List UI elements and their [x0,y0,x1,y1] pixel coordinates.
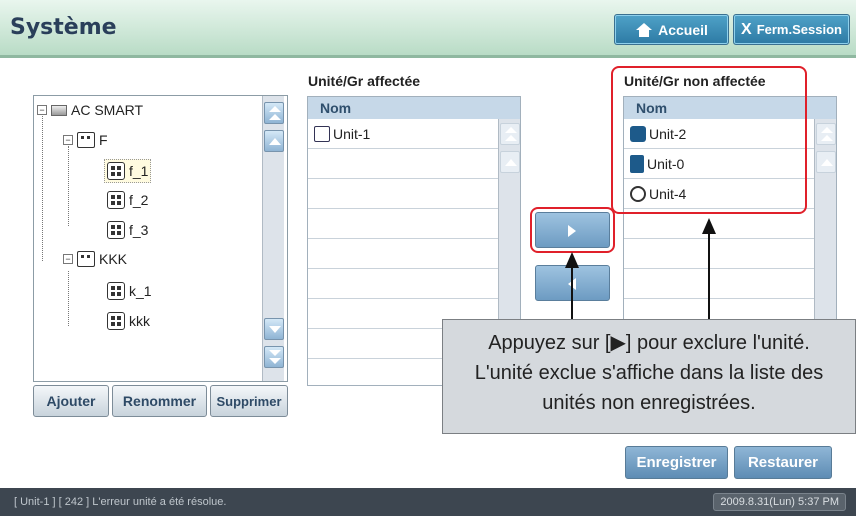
assigned-title: Unité/Gr affectée [308,73,421,89]
scroll-up-icon[interactable] [264,130,284,152]
tree-item-kkk[interactable]: kkk [107,312,150,330]
rename-button[interactable]: Renommer [112,385,207,417]
tree-item-label: f_3 [129,222,149,238]
close-icon: X [741,20,752,38]
list-item-empty [308,149,498,179]
status-bar: [ Unit-1 ] [ 242 ] L'erreur unité a été … [0,488,856,516]
list-item-empty [308,179,498,209]
scroll-up-icon[interactable] [816,151,836,173]
add-button[interactable]: Ajouter [33,385,109,417]
callout-line-3: unités non enregistrées. [542,392,756,414]
tree-item-label: f_1 [129,163,149,179]
unit-group-icon [107,221,125,239]
tree-scrollbar[interactable] [262,96,284,381]
tree-item-label: k_1 [129,283,152,299]
tree-item-label: KKK [99,251,128,267]
tree-item-f1[interactable]: f_1 [104,159,152,183]
annotation-arrowhead [565,252,579,268]
tree-item-label: kkk [129,313,150,329]
logout-button[interactable]: X Ferm.Session [733,14,850,45]
unit-group-icon [107,282,125,300]
unit-group-icon [107,312,125,330]
callout-line-2: L'unité exclue s'affiche dans la liste d… [474,362,824,384]
save-button[interactable]: Enregistrer [625,446,728,479]
tree-item-label: f_2 [129,192,149,208]
home-button[interactable]: Accueil [614,14,729,45]
list-item-empty [308,209,498,239]
unit-group-icon [107,162,125,180]
highlight-exclude-button [530,207,615,253]
datetime-display: 2009.8.31(Lun) 5:37 PM [713,493,846,511]
tree-item-root[interactable]: − AC SMART [37,102,143,118]
callout-line-1: Appuyez sur [▶] pour exclure l'unité. [488,332,810,354]
logout-button-label: Ferm.Session [756,22,842,37]
list-item-label: Unit-1 [333,125,371,142]
annotation-arrow [571,266,573,320]
tree-item-k1[interactable]: k_1 [107,282,152,300]
scroll-top-icon[interactable] [264,102,284,124]
annotation-arrowhead [702,218,716,234]
group-tree: − AC SMART − F f_1 f_2 f_3 − KKK k_1 kkk [33,95,288,382]
controller-icon [51,104,67,116]
scroll-up-icon[interactable] [500,151,520,173]
instruction-callout: Appuyez sur [▶] pour exclure l'unité. L'… [442,319,856,434]
list-item-empty [624,269,814,299]
list-item-empty [308,239,498,269]
list-item-empty [308,269,498,299]
list-item-empty [624,239,814,269]
assigned-column-header: Nom [308,97,520,119]
tree-line [68,146,69,226]
list-item[interactable]: Unit-1 [308,119,498,149]
tree-line [42,113,43,261]
tree-item-group-f[interactable]: − F [63,132,108,148]
delete-button[interactable]: Supprimer [210,385,288,417]
tree-item-f2[interactable]: f_2 [107,191,148,209]
tree-item-label: F [99,132,108,148]
collapse-icon[interactable]: − [63,135,73,145]
tree-item-group-kkk[interactable]: − KKK [63,251,127,267]
page-title: Système [10,15,117,40]
group-icon [77,132,95,148]
collapse-icon[interactable]: − [37,105,47,115]
restore-button[interactable]: Restaurer [734,446,832,479]
indoor-unit-icon [314,125,330,142]
home-icon [635,22,653,37]
annotation-arrow [708,232,710,320]
status-message: [ Unit-1 ] [ 242 ] L'erreur unité a été … [14,496,227,508]
home-button-label: Accueil [658,21,708,38]
scroll-top-icon[interactable] [500,123,520,145]
tree-item-label: AC SMART [71,102,144,118]
highlight-unassigned-list [611,66,807,214]
tree-line [68,271,69,326]
scroll-top-icon[interactable] [816,123,836,145]
collapse-icon[interactable]: − [63,254,73,264]
unit-group-icon [107,191,125,209]
scroll-down-icon[interactable] [264,318,284,340]
title-bar: Système Accueil X Ferm.Session [0,0,856,58]
tree-item-f3[interactable]: f_3 [107,221,148,239]
scroll-bottom-icon[interactable] [264,346,284,368]
group-icon [77,251,95,267]
